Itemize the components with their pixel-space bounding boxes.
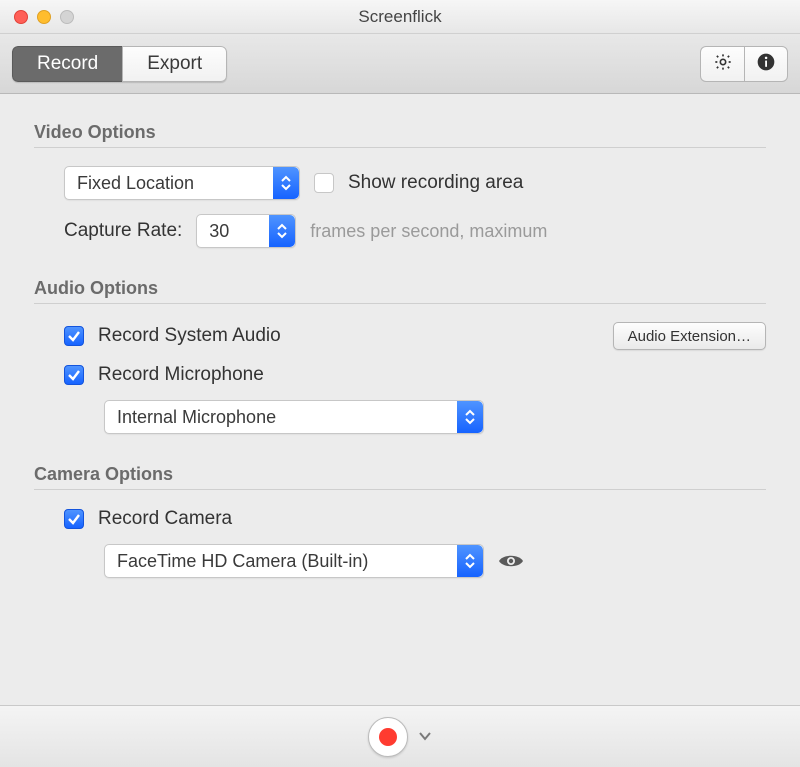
- capture-rate-select[interactable]: 30: [196, 214, 296, 248]
- record-options-dropdown[interactable]: [418, 728, 432, 745]
- audio-options-section: Audio Options Record System Audio Audio …: [34, 278, 766, 434]
- video-options-title: Video Options: [34, 122, 766, 148]
- record-system-audio-label[interactable]: Record System Audio: [98, 325, 281, 347]
- camera-value: FaceTime HD Camera (Built-in): [117, 551, 368, 572]
- capture-rate-label: Capture Rate:: [64, 220, 182, 242]
- tab-export[interactable]: Export: [122, 46, 227, 82]
- record-camera-checkbox[interactable]: [64, 509, 84, 529]
- bottom-bar: [0, 705, 800, 767]
- audio-options-title: Audio Options: [34, 278, 766, 304]
- chevron-updown-icon: [269, 215, 295, 247]
- chevron-updown-icon: [457, 401, 483, 433]
- record-dot-icon: [379, 728, 397, 746]
- chevron-updown-icon: [273, 167, 299, 199]
- info-icon: [756, 52, 776, 76]
- toolbar: Record Export: [0, 34, 800, 94]
- record-microphone-label[interactable]: Record Microphone: [98, 364, 264, 386]
- microphone-value: Internal Microphone: [117, 407, 276, 428]
- mode-segmented-control: Record Export: [12, 46, 227, 82]
- capture-location-value: Fixed Location: [77, 173, 194, 194]
- record-button[interactable]: [368, 717, 408, 757]
- record-microphone-checkbox[interactable]: [64, 365, 84, 385]
- show-recording-area-checkbox[interactable]: [314, 173, 334, 193]
- camera-select[interactable]: FaceTime HD Camera (Built-in): [104, 544, 484, 578]
- audio-extension-button[interactable]: Audio Extension…: [613, 322, 766, 350]
- microphone-select[interactable]: Internal Microphone: [104, 400, 484, 434]
- video-options-section: Video Options Fixed Location Show record…: [34, 122, 766, 248]
- info-button[interactable]: [744, 46, 788, 82]
- record-camera-label[interactable]: Record Camera: [98, 508, 232, 530]
- gear-icon: [713, 52, 733, 76]
- camera-preview-button[interactable]: [498, 552, 524, 570]
- capture-rate-hint: frames per second, maximum: [310, 221, 547, 242]
- record-system-audio-checkbox[interactable]: [64, 326, 84, 346]
- capture-location-select[interactable]: Fixed Location: [64, 166, 300, 200]
- camera-options-section: Camera Options Record Camera FaceTime HD…: [34, 464, 766, 578]
- tab-record[interactable]: Record: [12, 46, 122, 82]
- settings-button[interactable]: [700, 46, 744, 82]
- window-title: Screenflick: [0, 7, 800, 27]
- camera-options-title: Camera Options: [34, 464, 766, 490]
- chevron-updown-icon: [457, 545, 483, 577]
- titlebar: Screenflick: [0, 0, 800, 34]
- capture-rate-value: 30: [209, 221, 229, 242]
- content-area: Video Options Fixed Location Show record…: [0, 94, 800, 618]
- show-recording-area-label[interactable]: Show recording area: [348, 172, 523, 194]
